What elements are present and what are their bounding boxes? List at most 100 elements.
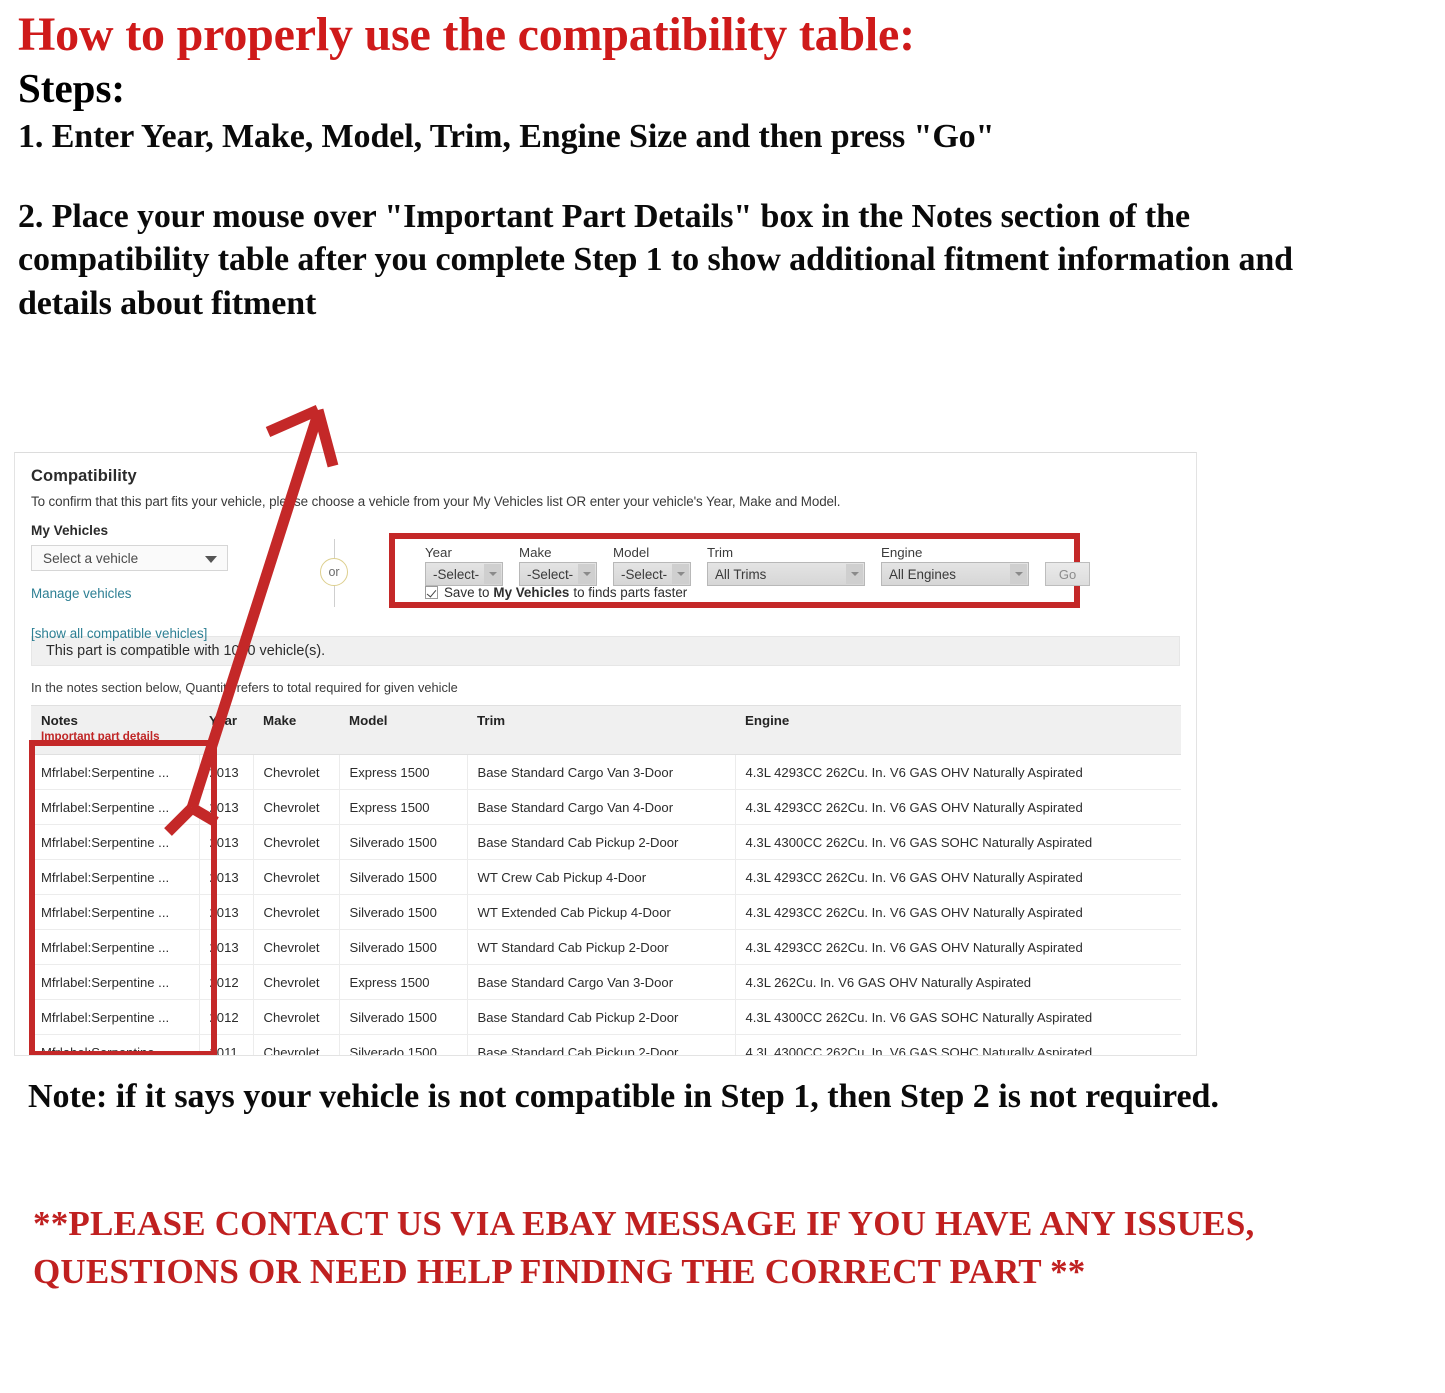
cell-trim: Base Standard Cab Pickup 2-Door	[466, 824, 735, 860]
cell-make: Chevrolet	[252, 999, 339, 1035]
table-row: Mfrlabel:Serpentine ... 2013 Chevrolet Silv…	[31, 929, 1181, 965]
cell-notes[interactable]: Mfrlabel:Serpentine ...	[31, 1034, 199, 1055]
cell-notes[interactable]: Mfrlabel:Serpentine ...	[31, 859, 199, 895]
cell-year: 2013	[198, 929, 253, 965]
cell-year: 2013	[198, 754, 253, 790]
trim-field-group: Trim All Trims	[707, 545, 865, 586]
cell-notes[interactable]: Mfrlabel:Serpentine ...	[31, 894, 199, 930]
vehicle-select-dropdown[interactable]: Select a vehicle	[31, 545, 228, 571]
make-label: Make	[519, 545, 552, 560]
model-select[interactable]: -Select-	[613, 562, 691, 586]
cell-trim: Base Standard Cargo Van 4-Door	[466, 789, 735, 825]
th-notes-label: Notes	[41, 713, 78, 728]
engine-label: Engine	[881, 545, 923, 560]
cell-trim: Base Standard Cargo Van 3-Door	[466, 754, 735, 790]
cell-make: Chevrolet	[252, 929, 339, 965]
make-select[interactable]: -Select-	[519, 562, 597, 586]
cell-engine: 4.3L 4300CC 262Cu. In. V6 GAS SOHC Natur…	[734, 999, 1181, 1035]
year-select[interactable]: -Select-	[425, 562, 503, 586]
cell-notes[interactable]: Mfrlabel:Serpentine ...	[31, 999, 199, 1035]
th-year[interactable]: Year	[199, 705, 253, 755]
year-label: Year	[425, 545, 452, 560]
cell-notes[interactable]: Mfrlabel:Serpentine ...	[31, 824, 199, 860]
make-select-value: -Select-	[527, 566, 574, 582]
cell-notes[interactable]: Mfrlabel:Serpentine ...	[31, 929, 199, 965]
cell-model: Express 1500	[338, 964, 467, 1000]
cell-notes[interactable]: Mfrlabel:Serpentine ...	[31, 789, 199, 825]
trim-select-value: All Trims	[715, 566, 767, 582]
cell-model: Express 1500	[338, 754, 467, 790]
steps-label: Steps:	[18, 64, 126, 111]
cell-engine: 4.3L 4293CC 262Cu. In. V6 GAS OHV Natura…	[734, 754, 1181, 790]
cell-year: 2013	[198, 894, 253, 930]
cell-year: 2012	[198, 964, 253, 1000]
table-row: Mfrlabel:Serpentine ... 2013 Chevrolet Silv…	[31, 859, 1181, 895]
show-all-compatible-vehicles-link[interactable]: [show all compatible vehicles]	[31, 626, 281, 641]
cell-make: Chevrolet	[252, 859, 339, 895]
my-vehicles-label: My Vehicles	[31, 523, 109, 538]
or-divider: or	[315, 539, 355, 607]
chevron-down-icon	[484, 564, 501, 584]
compatibility-title: Compatibility	[31, 467, 137, 485]
cell-engine: 4.3L 4300CC 262Cu. In. V6 GAS SOHC Natur…	[734, 1034, 1181, 1055]
cell-notes[interactable]: Mfrlabel:Serpentine ...	[31, 964, 199, 1000]
cell-model: Silverado 1500	[338, 1034, 467, 1055]
save-vehicle-checkbox[interactable]	[425, 586, 438, 599]
engine-select-value: All Engines	[889, 566, 956, 582]
cell-engine: 4.3L 4293CC 262Cu. In. V6 GAS OHV Natura…	[734, 894, 1181, 930]
table-row: Mfrlabel:Serpentine ... 2013 Chevrolet Silv…	[31, 824, 1181, 860]
th-notes[interactable]: Notes Important part details	[31, 705, 199, 755]
cell-engine: 4.3L 4293CC 262Cu. In. V6 GAS OHV Natura…	[734, 789, 1181, 825]
table-header-row: Notes Important part details Year Make M…	[31, 705, 1181, 755]
model-select-value: -Select-	[621, 566, 668, 582]
cell-model: Silverado 1500	[338, 929, 467, 965]
compatibility-table: Notes Important part details Year Make M…	[31, 705, 1181, 1055]
th-model[interactable]: Model	[339, 705, 467, 755]
trim-select[interactable]: All Trims	[707, 562, 865, 586]
vehicle-fields-row: Year -Select- Make -Select- Model -Selec…	[425, 545, 1090, 586]
save-to-my-vehicles-row[interactable]: Save to My Vehicles to finds parts faste…	[425, 585, 687, 600]
cell-notes[interactable]: Mfrlabel:Serpentine ...	[31, 754, 199, 790]
engine-field-group: Engine All Engines	[881, 545, 1029, 586]
cell-model: Silverado 1500	[338, 824, 467, 860]
cell-model: Silverado 1500	[338, 999, 467, 1035]
cell-model: Silverado 1500	[338, 894, 467, 930]
step-1-text: 1. Enter Year, Make, Model, Trim, Engine…	[18, 118, 995, 155]
cell-engine: 4.3L 4300CC 262Cu. In. V6 GAS SOHC Natur…	[734, 824, 1181, 860]
save-suffix-text: to finds parts faster	[573, 585, 688, 600]
engine-select[interactable]: All Engines	[881, 562, 1029, 586]
cell-model: Silverado 1500	[338, 859, 467, 895]
go-button[interactable]: Go	[1045, 562, 1090, 586]
footer-note: Note: if it says your vehicle is not com…	[28, 1078, 1219, 1115]
cell-trim: Base Standard Cab Pickup 2-Door	[466, 1034, 735, 1055]
important-part-details-label: Important part details	[41, 730, 160, 743]
table-body: Mfrlabel:Serpentine ... 2013 Chevrolet Expr…	[31, 754, 1181, 1055]
save-bold-text: My Vehicles	[493, 585, 570, 600]
cell-model: Express 1500	[338, 789, 467, 825]
th-make[interactable]: Make	[253, 705, 339, 755]
manage-vehicles-link[interactable]: Manage vehicles	[31, 586, 281, 601]
chevron-down-icon	[578, 564, 595, 584]
th-engine[interactable]: Engine	[735, 705, 1181, 755]
cell-make: Chevrolet	[252, 789, 339, 825]
cell-engine: 4.3L 4293CC 262Cu. In. V6 GAS OHV Natura…	[734, 859, 1181, 895]
compatibility-subtitle: To confirm that this part fits your vehi…	[31, 494, 841, 509]
th-trim[interactable]: Trim	[467, 705, 735, 755]
cell-year: 2013	[198, 789, 253, 825]
chevron-down-icon	[846, 564, 863, 584]
model-label: Model	[613, 545, 650, 560]
cell-trim: WT Crew Cab Pickup 4-Door	[466, 859, 735, 895]
cell-make: Chevrolet	[252, 894, 339, 930]
trim-label: Trim	[707, 545, 734, 560]
save-prefix-text: Save to	[444, 585, 490, 600]
vehicle-selector-row: My Vehicles Select a vehicle Manage vehi…	[31, 523, 1180, 641]
vehicle-select-value: Select a vehicle	[43, 550, 139, 566]
cell-trim: WT Standard Cab Pickup 2-Door	[466, 929, 735, 965]
year-field-group: Year -Select-	[425, 545, 503, 586]
chevron-down-icon	[1010, 564, 1027, 584]
table-row: Mfrlabel:Serpentine ... 2013 Chevrolet Silv…	[31, 894, 1181, 930]
cell-make: Chevrolet	[252, 1034, 339, 1055]
cell-make: Chevrolet	[252, 754, 339, 790]
cell-make: Chevrolet	[252, 964, 339, 1000]
or-divider-label: or	[320, 558, 348, 586]
